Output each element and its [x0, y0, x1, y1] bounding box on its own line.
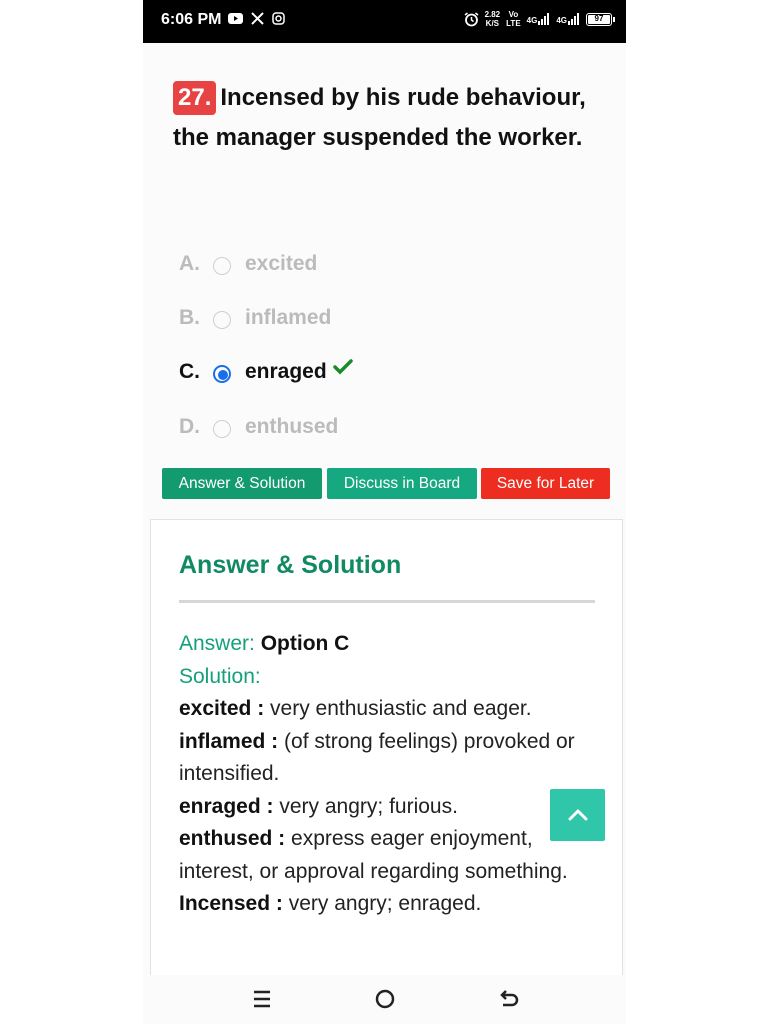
chevron-up-icon — [568, 809, 587, 821]
network-speed: 2.82 K/S — [485, 10, 501, 28]
sim2-label: 4G — [556, 16, 567, 25]
signal-icon — [568, 13, 579, 25]
definition-item: excited : very enthusiastic and eager. — [179, 693, 599, 726]
sim2-signal: 4G — [556, 13, 580, 25]
battery-level: 97 — [588, 14, 610, 24]
system-status-icons: 2.82 K/S Vo LTE 4G 4G 97 — [464, 10, 615, 28]
option-d[interactable]: D. enthused — [179, 415, 338, 439]
definition-term: enraged : — [179, 794, 274, 818]
definition-term: excited : — [179, 697, 265, 720]
option-letter: A. — [179, 252, 200, 275]
answer-solution-button[interactable]: Answer & Solution — [162, 468, 322, 499]
definition-text: very enthusiastic and eager. — [270, 697, 532, 720]
x-icon — [251, 12, 264, 25]
option-letter: C. — [179, 360, 200, 383]
alarm-icon — [464, 11, 479, 26]
battery-icon: 97 — [586, 12, 615, 26]
definition-text: very angry; furious. — [279, 794, 458, 818]
discuss-in-board-button[interactable]: Discuss in Board — [327, 468, 477, 499]
status-bar: 6:06 PM 2.82 K/S Vo LTE 4G 4G 97 — [143, 0, 626, 43]
option-a-radio[interactable] — [213, 257, 231, 275]
solution-label: Solution: — [179, 664, 261, 688]
system-nav-bar — [143, 975, 626, 1024]
question-text: Incensed by his rude behaviour, the mana… — [173, 84, 586, 151]
save-for-later-button[interactable]: Save for Later — [481, 468, 610, 499]
definition-item: inflamed : (of strong feelings) provoked… — [179, 726, 599, 791]
option-letter: B. — [179, 306, 200, 329]
question-number-badge: 27. — [173, 81, 217, 115]
option-b[interactable]: B. inflamed — [179, 306, 331, 330]
notification-icons — [228, 12, 285, 25]
option-c-radio[interactable] — [213, 365, 231, 383]
option-letter: D. — [179, 415, 200, 438]
solution-panel-title: Answer & Solution — [179, 551, 402, 579]
signal-icon — [538, 13, 550, 25]
sim1-label: 4G — [526, 16, 538, 25]
net-speed-unit: K/S — [485, 19, 500, 28]
definition-item: Incensed : very angry; enraged. — [179, 888, 599, 921]
option-text: excited — [245, 252, 318, 275]
solution-body: Answer: Option C Solution: excited : ver… — [179, 628, 599, 921]
definition-item: enthused : express eager enjoyment, inte… — [179, 823, 599, 888]
sim1-signal: 4G — [527, 13, 551, 25]
volte-indicator: Vo LTE — [506, 10, 521, 28]
option-a[interactable]: A. excited — [179, 252, 317, 276]
scroll-to-top-button[interactable] — [550, 789, 605, 841]
option-text: enraged — [245, 360, 327, 383]
option-c[interactable]: C. enraged — [179, 359, 353, 384]
definition-term: enthused : — [179, 827, 286, 850]
checkmark-icon — [332, 359, 353, 375]
volte-top: Vo — [508, 10, 519, 19]
solution-panel: Answer & Solution Answer: Option C Solut… — [150, 519, 623, 1024]
net-speed-value: 2.82 — [484, 10, 501, 19]
instagram-icon — [272, 12, 285, 25]
phone-screen: 6:06 PM 2.82 K/S Vo LTE 4G 4G 97 27. Inc… — [143, 0, 626, 1024]
youtube-icon — [228, 13, 243, 24]
back-icon[interactable] — [499, 989, 519, 1009]
definition-item: enraged : very angry; furious. — [179, 791, 599, 824]
definition-text: very angry; enraged. — [288, 892, 482, 915]
option-d-radio[interactable] — [213, 420, 231, 438]
home-icon[interactable] — [375, 989, 395, 1009]
definition-term: Incensed : — [179, 892, 283, 915]
definition-term: inflamed : — [179, 729, 279, 753]
answer-label: Answer: — [179, 632, 255, 655]
option-text: enthused — [245, 415, 339, 438]
answer-line: Answer: Option C — [179, 628, 599, 661]
question: 27. Incensed by his rude behaviour, the m… — [173, 78, 613, 158]
status-time: 6:06 PM — [161, 11, 222, 28]
option-text: inflamed — [245, 306, 332, 329]
volte-bottom: LTE — [506, 19, 521, 28]
divider — [179, 600, 595, 603]
answer-value: Option C — [260, 632, 350, 655]
option-b-radio[interactable] — [213, 311, 231, 329]
menu-icon[interactable] — [253, 989, 271, 1009]
